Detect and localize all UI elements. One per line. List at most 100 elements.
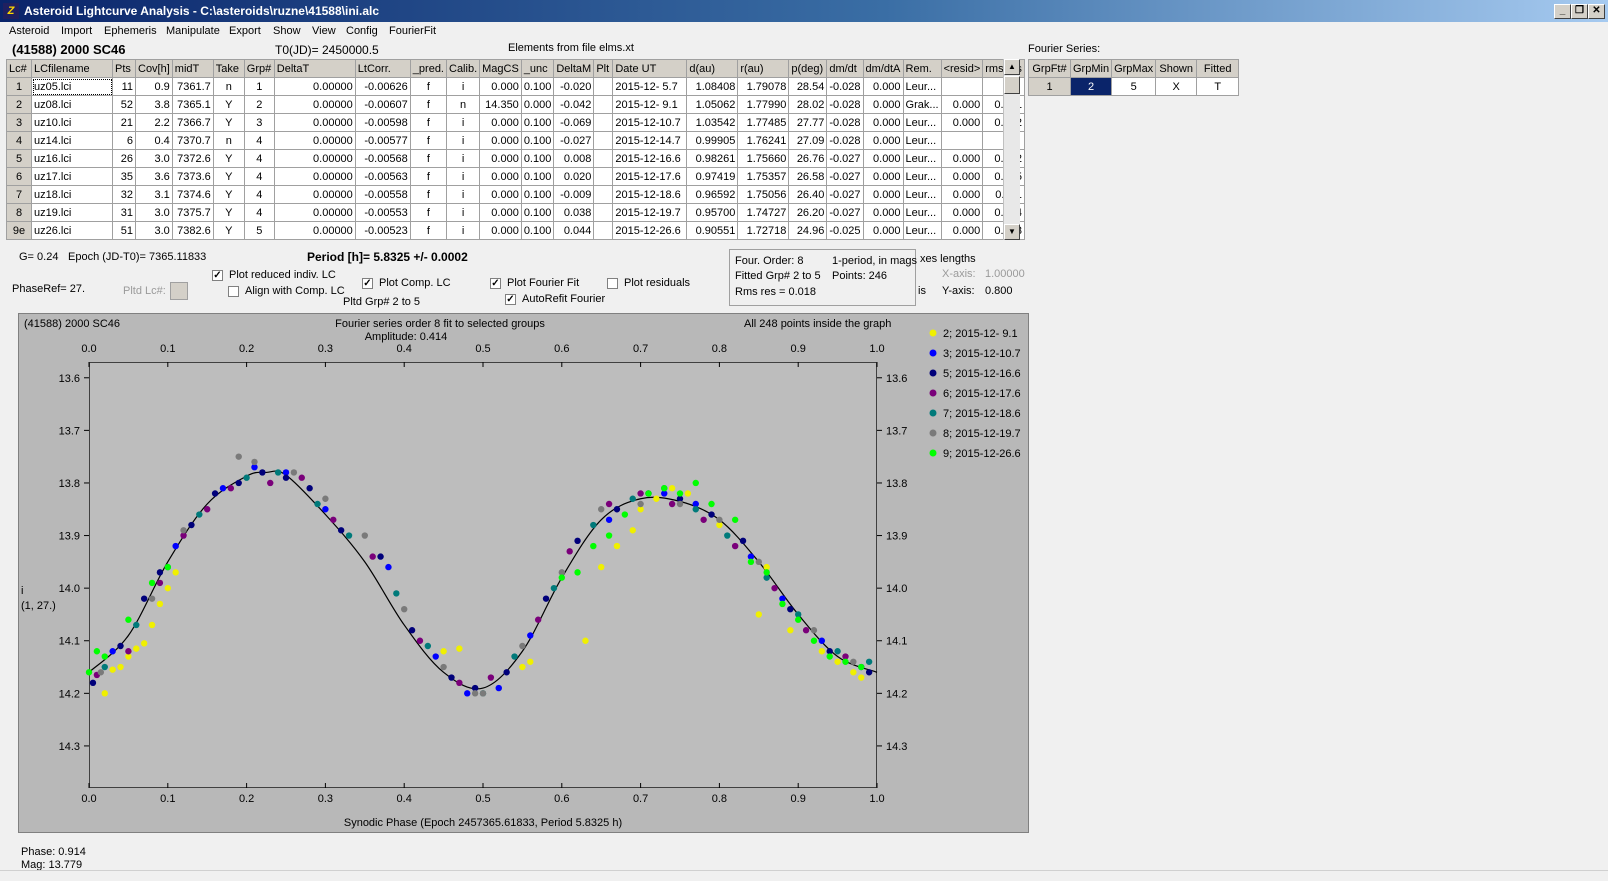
- table-cell[interactable]: 1.75056: [737, 185, 790, 204]
- table-cell[interactable]: 2015-12-19.7: [612, 203, 688, 222]
- table-cell[interactable]: 0.000: [479, 131, 522, 150]
- table-cell[interactable]: 1: [6, 77, 32, 96]
- table-cell[interactable]: 1.72718: [737, 221, 790, 240]
- menu-ephemeris[interactable]: Ephemeris: [104, 25, 157, 37]
- table-cell[interactable]: 0.98261: [686, 149, 739, 168]
- table-cell[interactable]: 24.96: [788, 221, 828, 240]
- table-cell[interactable]: -0.025: [826, 221, 864, 240]
- table-cell[interactable]: -0.042: [553, 95, 595, 114]
- table-cell[interactable]: 4: [243, 131, 275, 150]
- table-cell[interactable]: -0.009: [553, 185, 595, 204]
- table-cell[interactable]: 0.000: [862, 221, 904, 240]
- table-cell[interactable]: -0.00626: [354, 77, 411, 96]
- table-cell[interactable]: 0.100: [520, 221, 555, 240]
- restore-button[interactable]: ❐: [1571, 4, 1588, 19]
- table-cell[interactable]: -0.027: [826, 167, 864, 186]
- table-row[interactable]: 7 uz18.lci 32 3.1 7374.6 Y 4 0.00000 -0.00558 f i 0…: [6, 185, 1025, 204]
- table-cell[interactable]: 0.000: [940, 185, 984, 204]
- menu-show[interactable]: Show: [273, 25, 301, 37]
- table-cell[interactable]: 26.20: [788, 203, 828, 222]
- table-cell[interactable]: 0.95700: [686, 203, 739, 222]
- table-cell[interactable]: 0.4: [135, 131, 173, 150]
- table-cell[interactable]: uz14.lci: [31, 131, 113, 150]
- table-cell[interactable]: Y: [212, 95, 245, 114]
- table-cell[interactable]: 51: [112, 221, 136, 240]
- table-cell[interactable]: 3.8: [135, 95, 173, 114]
- table-cell[interactable]: 1.76241: [737, 131, 790, 150]
- table-cell[interactable]: 0.00000: [273, 185, 356, 204]
- table-cell[interactable]: 3.0: [135, 149, 173, 168]
- table-cell[interactable]: Leur...: [902, 149, 942, 168]
- table-cell[interactable]: Y: [212, 167, 245, 186]
- table-cell[interactable]: 2015-12- 5.7: [612, 77, 688, 96]
- table-cell[interactable]: 2015-12-17.6: [612, 167, 688, 186]
- plot-comp-checkbox[interactable]: ✓: [362, 278, 373, 289]
- table-cell[interactable]: 7374.6: [171, 185, 214, 204]
- table-cell[interactable]: 3.0: [135, 203, 173, 222]
- table-cell[interactable]: 7365.1: [171, 95, 214, 114]
- table-cell[interactable]: uz16.lci: [31, 149, 113, 168]
- table-cell[interactable]: f: [409, 95, 448, 114]
- scroll-down-arrow-icon[interactable]: ▼: [1004, 224, 1020, 240]
- table-col-header[interactable]: DeltaM: [553, 59, 595, 78]
- table-row[interactable]: 1 uz05.lci 11 0.9 7361.7 n 1 0.00000 -0.00626 f i 0…: [6, 77, 1025, 96]
- table-row[interactable]: 3 uz10.lci 21 2.2 7366.7 Y 3 0.00000 -0.00598 f i 0…: [6, 113, 1025, 132]
- table-cell[interactable]: Leur...: [902, 185, 942, 204]
- table-cell[interactable]: 2015-12-26.6: [612, 221, 688, 240]
- table-cell[interactable]: i: [445, 149, 481, 168]
- table-cell[interactable]: -0.028: [826, 113, 864, 132]
- fourier-series-table[interactable]: GrpFt# GrpMin GrpMax Shown Fitted 1 2 5 …: [1028, 59, 1240, 96]
- pltd-lc-spinner[interactable]: [170, 282, 188, 300]
- table-col-header[interactable]: midT: [171, 59, 214, 78]
- table-row[interactable]: 4 uz14.lci 6 0.4 7370.7 n 4 0.00000 -0.00577 f i 0.…: [6, 131, 1025, 150]
- table-col-header[interactable]: LtCorr.: [354, 59, 411, 78]
- table-cell[interactable]: Leur...: [902, 131, 942, 150]
- table-cell[interactable]: [593, 203, 614, 222]
- table-cell[interactable]: 0.100: [520, 113, 555, 132]
- table-cell[interactable]: -0.028: [826, 77, 864, 96]
- table-row[interactable]: 6 uz17.lci 35 3.6 7373.6 Y 4 0.00000 -0.00563 f i 0…: [6, 167, 1025, 186]
- table-col-header[interactable]: dm/dt: [826, 59, 864, 78]
- table-col-header[interactable]: DeltaT: [273, 59, 356, 78]
- fourier-cell-grpft[interactable]: 1: [1028, 77, 1071, 96]
- table-cell[interactable]: i: [445, 167, 481, 186]
- table-cell[interactable]: f: [409, 185, 448, 204]
- table-cell[interactable]: 2015-12-14.7: [612, 131, 688, 150]
- table-col-header[interactable]: p(deg): [788, 59, 828, 78]
- table-cell[interactable]: 0.100: [520, 149, 555, 168]
- table-cell[interactable]: 0.000: [940, 95, 984, 114]
- table-row[interactable]: 8 uz19.lci 31 3.0 7375.7 Y 4 0.00000 -0.00553 f i 0…: [6, 203, 1025, 222]
- table-cell[interactable]: 7373.6: [171, 167, 214, 186]
- table-cell[interactable]: 0.00000: [273, 149, 356, 168]
- table-cell[interactable]: f: [409, 113, 448, 132]
- table-cell[interactable]: 0.9: [135, 77, 173, 96]
- table-row[interactable]: 5 uz16.lci 26 3.0 7372.6 Y 4 0.00000 -0.00568 f i 0…: [6, 149, 1025, 168]
- table-col-header[interactable]: dm/dtA: [862, 59, 904, 78]
- table-cell[interactable]: [940, 131, 984, 150]
- table-cell[interactable]: -0.00558: [354, 185, 411, 204]
- autorefit-checkbox[interactable]: ✓: [505, 294, 516, 305]
- table-cell[interactable]: 3: [6, 113, 32, 132]
- table-cell[interactable]: -0.069: [553, 113, 595, 132]
- table-cell[interactable]: 7372.6: [171, 149, 214, 168]
- table-cell[interactable]: 0.044: [553, 221, 595, 240]
- menu-manipulate[interactable]: Manipulate: [166, 25, 220, 37]
- table-cell[interactable]: 4: [243, 149, 275, 168]
- table-col-header[interactable]: Plt: [593, 59, 614, 78]
- table-cell[interactable]: -0.027: [826, 185, 864, 204]
- table-cell[interactable]: 0.00000: [273, 221, 356, 240]
- table-cell[interactable]: 0.00000: [273, 131, 356, 150]
- table-cell[interactable]: 0.000: [862, 167, 904, 186]
- table-cell[interactable]: 7375.7: [171, 203, 214, 222]
- table-col-header[interactable]: Rem.: [902, 59, 942, 78]
- table-col-header[interactable]: Calib.: [445, 59, 481, 78]
- align-comp-checkbox[interactable]: [228, 286, 239, 297]
- table-cell[interactable]: [593, 149, 614, 168]
- y-axis-value[interactable]: 0.800: [985, 285, 1013, 297]
- table-cell[interactable]: [593, 185, 614, 204]
- table-cell[interactable]: uz19.lci: [31, 203, 113, 222]
- table-cell[interactable]: 0.99905: [686, 131, 739, 150]
- table-cell[interactable]: 0.038: [553, 203, 595, 222]
- table-cell[interactable]: -0.00598: [354, 113, 411, 132]
- table-cell[interactable]: 1.05062: [686, 95, 739, 114]
